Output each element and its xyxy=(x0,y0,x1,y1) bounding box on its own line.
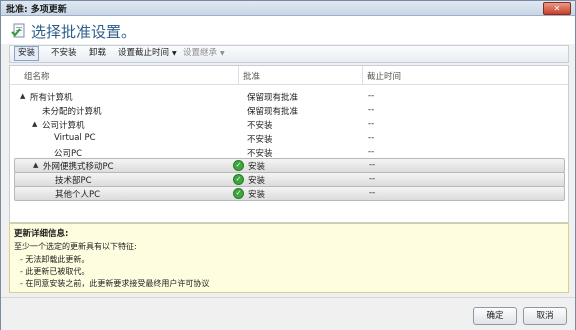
deadline-value: -- xyxy=(368,105,375,115)
expand-toggle-icon[interactable]: ▲ xyxy=(33,161,38,169)
group-name: 未分配的计算机 xyxy=(42,107,102,117)
install-label: 安装 xyxy=(18,48,36,58)
deadline-value: -- xyxy=(368,119,375,129)
column-header: 组名称 批准 截止时间 xyxy=(10,66,568,85)
group-name: 其他个人PC xyxy=(55,190,101,200)
check-icon: ✓ xyxy=(233,188,244,199)
deadline-value: -- xyxy=(369,160,376,170)
deadline-value: -- xyxy=(369,188,376,198)
table-row[interactable]: 未分配的计算机 保留现有批准 -- xyxy=(14,104,563,118)
approval-value[interactable]: 安装 xyxy=(248,174,265,186)
deadline-value: -- xyxy=(368,91,375,101)
approval-dialog: 批准: 多项更新 ✕ 选择批准设置。 安装 不安装 卸载 设置截止时间 ▼ 设置继… xyxy=(0,0,576,330)
set-deadline-label: 设置截止时间 xyxy=(118,48,170,58)
deadline-value: -- xyxy=(368,133,375,143)
check-icon: ✓ xyxy=(233,174,244,185)
title-bar: 批准: 多项更新 ✕ xyxy=(1,1,575,16)
group-name: 外网便携式移动PC xyxy=(43,162,114,172)
approval-value[interactable]: 不安装 xyxy=(247,133,273,145)
table-row[interactable]: ▲ 外网便携式移动PC ✓ 安装 -- xyxy=(14,158,565,173)
set-inheritance-label: 设置继承 xyxy=(183,48,218,58)
table-row[interactable]: 技术部PC ✓ 安装 -- xyxy=(14,172,565,187)
deadline-value: -- xyxy=(368,147,375,157)
details-intro: 至少一个选定的更新具有以下特征: xyxy=(14,242,137,251)
chevron-down-icon: ▼ xyxy=(172,50,177,57)
details-bullet: - 此更新已被取代。 xyxy=(20,267,90,276)
approval-value[interactable]: 安装 xyxy=(248,160,265,172)
group-name: 技术部PC xyxy=(55,176,92,186)
group-grid: 组名称 批准 截止时间 ▲ 所有计算机 保留现有批准 -- 未分配的计算机 保留现有批准 -… xyxy=(9,65,569,223)
table-row[interactable]: ▲ 所有计算机 保留现有批准 -- xyxy=(14,90,563,104)
chevron-down-icon: ▼ xyxy=(220,50,225,57)
deadline-value: -- xyxy=(369,174,376,184)
do-not-install-button[interactable]: 不安装 xyxy=(48,47,80,60)
details-title: 更新详细信息: xyxy=(14,229,69,239)
column-deadline[interactable]: 截止时间 xyxy=(367,70,401,82)
table-row[interactable]: ▲ 公司计算机 不安装 -- xyxy=(14,118,563,132)
check-icon: ✓ xyxy=(233,160,244,171)
toolbar: 安装 不安装 卸载 设置截止时间 ▼ 设置继承 ▼ xyxy=(9,45,569,63)
approval-value[interactable]: 安装 xyxy=(248,188,265,200)
update-approve-icon xyxy=(11,23,25,38)
ok-button[interactable]: 确定 xyxy=(473,307,517,325)
approval-value[interactable]: 保留现有批准 xyxy=(247,105,298,117)
window-title: 批准: 多项更新 xyxy=(6,5,67,15)
table-row[interactable]: Virtual PC 不安装 -- xyxy=(14,132,563,146)
do-not-install-label: 不安装 xyxy=(51,48,77,58)
cancel-button[interactable]: 取消 xyxy=(523,307,567,325)
group-name: 公司计算机 xyxy=(42,121,85,131)
group-name: Virtual PC xyxy=(54,133,96,143)
set-deadline-button[interactable]: 设置截止时间 ▼ xyxy=(115,47,180,60)
update-details-panel: 更新详细信息: 至少一个选定的更新具有以下特征: - 无法卸载此更新。 - 此更… xyxy=(9,223,569,293)
dialog-footer: 确定 取消 xyxy=(1,297,575,330)
page-title: 选择批准设置。 xyxy=(31,23,137,41)
dialog-header: 选择批准设置。 xyxy=(1,16,575,44)
table-row[interactable]: 其他个人PC ✓ 安装 -- xyxy=(14,186,565,201)
column-divider[interactable] xyxy=(362,66,363,84)
uninstall-button[interactable]: 卸载 xyxy=(86,47,109,60)
details-bullet: - 无法卸载此更新。 xyxy=(20,255,90,264)
details-bullet: - 在同意安装之前，此更新要求接受最终用户许可协议 xyxy=(20,279,210,288)
approval-value[interactable]: 不安装 xyxy=(247,119,273,131)
column-divider[interactable] xyxy=(238,66,239,84)
close-button[interactable]: ✕ xyxy=(543,2,571,15)
group-name: 所有计算机 xyxy=(30,93,73,103)
column-approval[interactable]: 批准 xyxy=(243,70,260,82)
column-group-name[interactable]: 组名称 xyxy=(24,70,50,82)
install-button[interactable]: 安装 xyxy=(14,46,40,61)
expand-toggle-icon[interactable]: ▲ xyxy=(32,120,37,128)
approval-value[interactable]: 保留现有批准 xyxy=(247,91,298,103)
uninstall-label: 卸载 xyxy=(89,48,107,58)
expand-toggle-icon[interactable]: ▲ xyxy=(20,92,25,100)
set-inheritance-button[interactable]: 设置继承 ▼ xyxy=(180,47,228,60)
